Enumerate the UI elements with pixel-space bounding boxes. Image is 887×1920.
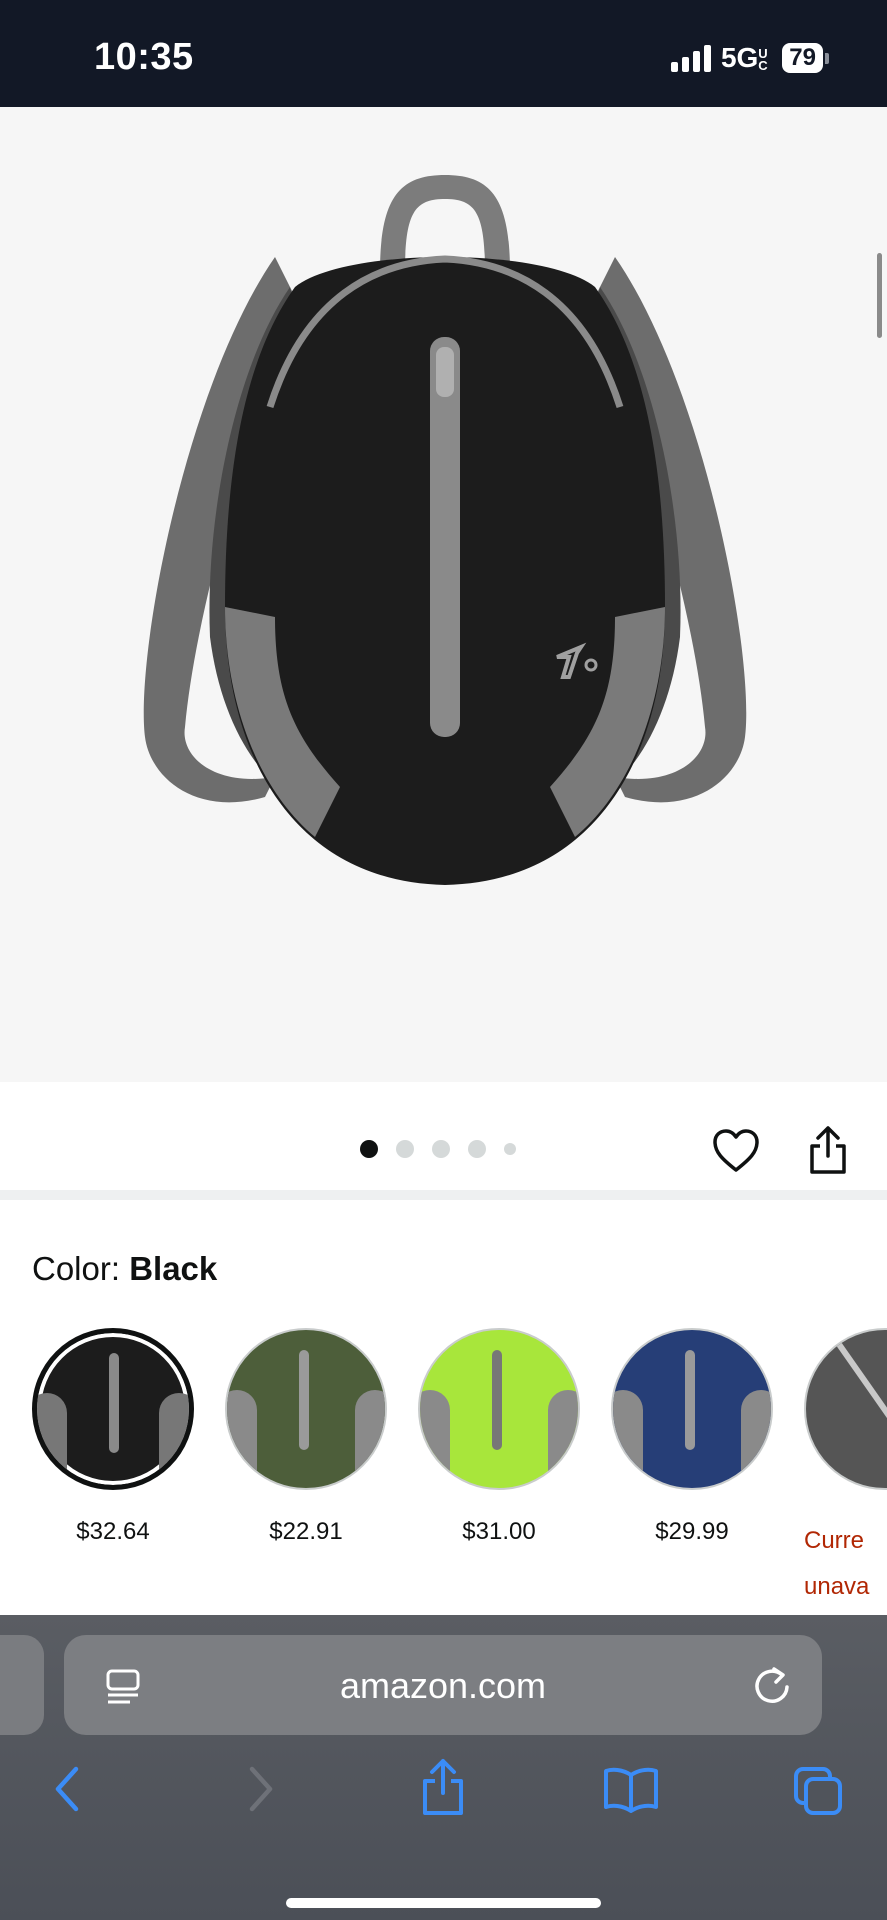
color-swatches: $32.64 $22.91 $31.00 $29.99 Curre unava [32, 1328, 887, 1618]
swatch-image [225, 1328, 387, 1490]
swatch-image [418, 1328, 580, 1490]
swatch-unavailable: Curre unava [804, 1527, 870, 1600]
pager-dot[interactable] [432, 1140, 450, 1158]
swatch-image [804, 1328, 887, 1490]
swatch-black[interactable]: $32.64 [32, 1328, 194, 1546]
swatch-image [32, 1328, 194, 1490]
scroll-thumb[interactable] [877, 253, 882, 338]
swatch-price: $22.91 [269, 1518, 343, 1545]
share-sheet-icon[interactable] [420, 1757, 466, 1817]
status-time: 10:35 [94, 36, 194, 78]
swatch-gray[interactable]: Curre unava [804, 1328, 887, 1610]
swatch-price: $31.00 [462, 1518, 536, 1545]
swatch-navy[interactable]: $29.99 [611, 1328, 773, 1546]
home-indicator[interactable] [286, 1898, 601, 1908]
network-label: 5GUC [720, 42, 768, 73]
tabs-icon[interactable] [792, 1765, 844, 1817]
previous-tab[interactable] [0, 1635, 44, 1735]
selected-color: Black [129, 1250, 218, 1287]
battery-level: 79 [782, 43, 823, 73]
swatch-image [611, 1328, 773, 1490]
signal-icon [670, 44, 711, 72]
status-bar: 10:35 5GUC 79 [0, 0, 887, 107]
browser-toolbar: amazon.com [0, 1615, 887, 1920]
product-image[interactable] [0, 107, 887, 1082]
backpack-image [143, 175, 747, 885]
back-icon[interactable] [50, 1765, 84, 1813]
share-icon[interactable] [806, 1124, 850, 1176]
pager-dot[interactable] [396, 1140, 414, 1158]
pager-dot[interactable] [360, 1140, 378, 1158]
swatch-lime[interactable]: $31.00 [418, 1328, 580, 1546]
status-indicators: 5GUC 79 [670, 42, 829, 74]
battery-icon: 79 [782, 43, 829, 73]
url-text: amazon.com [339, 1665, 547, 1706]
reload-icon[interactable] [752, 1665, 792, 1707]
forward-icon[interactable] [244, 1765, 278, 1813]
pager-dot[interactable] [504, 1143, 516, 1155]
swatch-price: $32.64 [76, 1518, 150, 1545]
swatch-green[interactable]: $22.91 [225, 1328, 387, 1546]
pager-dot[interactable] [468, 1140, 486, 1158]
image-pager[interactable] [360, 1140, 516, 1158]
color-label: Color: Black [32, 1250, 218, 1287]
color-selector: Color: Black $32.64 $22.91 $31.00 $29.99… [0, 1210, 887, 1615]
browser-nav [0, 1759, 887, 1855]
address-bar[interactable]: amazon.com [64, 1635, 822, 1735]
bookmarks-icon[interactable] [602, 1765, 660, 1813]
image-pager-row [0, 1082, 887, 1200]
heart-icon[interactable] [712, 1128, 760, 1174]
swatch-price: $29.99 [655, 1518, 729, 1545]
